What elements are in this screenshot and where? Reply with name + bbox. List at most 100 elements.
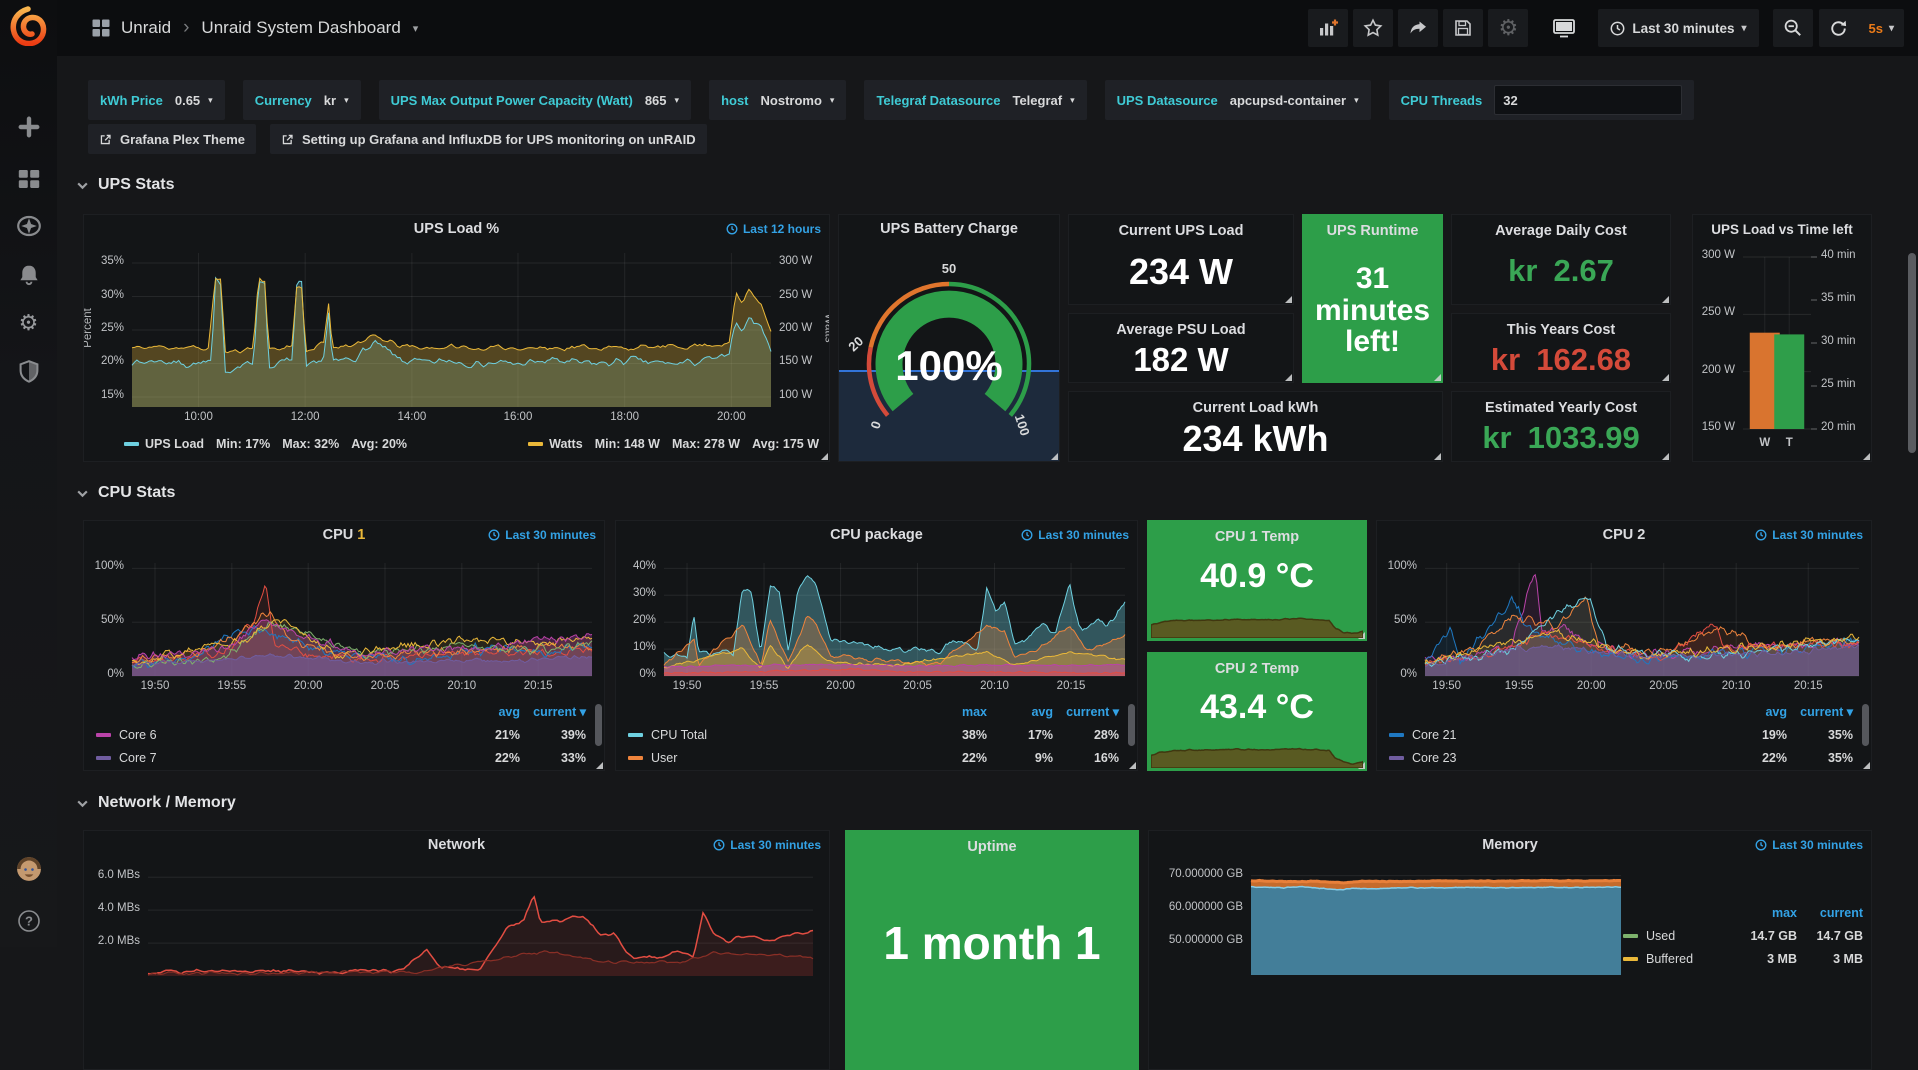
- legend-sort-avg[interactable]: avg: [987, 705, 1053, 719]
- battery-gauge[interactable]: 02050100100%: [839, 243, 1059, 461]
- resize-handle[interactable]: [821, 453, 828, 460]
- cpu-threads-input[interactable]: 32: [1494, 85, 1682, 115]
- grafana-logo-icon[interactable]: [8, 6, 48, 46]
- panel-cpu2-temp: CPU 2 Temp 43.4 °C: [1147, 652, 1367, 771]
- breadcrumb-caret-icon[interactable]: ▾: [413, 22, 419, 35]
- dashboards-icon[interactable]: [0, 158, 57, 200]
- configuration-gear-icon[interactable]: ⚙: [0, 302, 57, 344]
- legend-sort-max[interactable]: max: [921, 705, 987, 719]
- resize-handle[interactable]: [596, 762, 603, 769]
- ups-load-graph[interactable]: 15%20%25%30%35%100 W150 W200 W250 W300 W…: [84, 243, 829, 431]
- time-override[interactable]: Last 30 minutes: [1021, 528, 1129, 542]
- caret-down-icon: ▾: [675, 95, 680, 106]
- template-variables: kWh Price 0.65 ▾ Currency kr ▾ UPS Max O…: [88, 80, 1694, 120]
- panel-title[interactable]: CPU package: [830, 527, 923, 543]
- time-override[interactable]: Last 30 minutes: [1755, 528, 1863, 542]
- resize-handle[interactable]: [1129, 762, 1136, 769]
- alerting-bell-icon[interactable]: [0, 254, 57, 296]
- page-scrollbar[interactable]: [1908, 253, 1916, 453]
- legend-sort-avg[interactable]: avg: [1721, 705, 1787, 719]
- caret-down-icon: ▾: [1741, 23, 1746, 34]
- panel-title[interactable]: UPS Load vs Time left: [1711, 222, 1853, 237]
- legend-item[interactable]: Core 2322%35%: [1389, 746, 1853, 769]
- load-vs-time-bars[interactable]: 150 W200 W250 W300 W20 min25 min30 min35…: [1693, 243, 1871, 461]
- cpu1-graph[interactable]: 0%50%100%19:5019:5520:0020:0520:1020:15: [84, 549, 604, 700]
- clock-icon: [1755, 839, 1767, 851]
- legend-item[interactable]: CPU Total38%17%28%: [628, 723, 1119, 746]
- legend-item[interactable]: WattsMin: 148 WMax: 278 WAvg: 175 W: [528, 437, 819, 451]
- legend-scrollbar[interactable]: [1862, 704, 1869, 746]
- refresh-interval-dropdown[interactable]: 5s ▾: [1859, 9, 1905, 47]
- chart-svg: [84, 859, 829, 1069]
- resize-handle[interactable]: [1863, 453, 1870, 460]
- external-link-icon: [99, 133, 112, 146]
- legend-item[interactable]: Core 2119%35%: [1389, 723, 1853, 746]
- link-ups-monitoring-guide[interactable]: Setting up Grafana and InfluxDB for UPS …: [270, 124, 707, 154]
- time-override[interactable]: Last 30 minutes: [488, 528, 596, 542]
- legend-item[interactable]: Used14.7 GB14.7 GB: [1623, 924, 1863, 947]
- legend-item[interactable]: Core 621%39%: [96, 723, 586, 746]
- caret-down-icon: ▾: [1070, 95, 1075, 106]
- variable-kwh-price[interactable]: kWh Price 0.65 ▾: [88, 80, 225, 120]
- settings-button[interactable]: ⚙: [1488, 9, 1528, 47]
- cpu2-graph[interactable]: 0%50%100%19:5019:5520:0020:0520:1020:15: [1377, 549, 1871, 700]
- panel-title[interactable]: Memory: [1482, 837, 1538, 853]
- caret-down-icon: ▾: [1354, 95, 1359, 106]
- caret-down-icon: ▾: [830, 95, 835, 106]
- network-graph[interactable]: 2.0 MBs4.0 MBs6.0 MBs: [84, 859, 829, 1069]
- dashboard-squares-icon[interactable]: [91, 18, 111, 38]
- panel-title[interactable]: UPS Battery Charge: [880, 221, 1018, 237]
- legend-sort-current[interactable]: current ▾: [520, 704, 586, 719]
- panel-title[interactable]: CPU 2: [1603, 527, 1646, 543]
- legend-scrollbar[interactable]: [1128, 704, 1135, 746]
- help-icon[interactable]: ?: [0, 900, 57, 942]
- legend-sort-current[interactable]: current: [1797, 906, 1863, 920]
- legend-scrollbar[interactable]: [595, 704, 602, 746]
- legend-sort-max[interactable]: max: [1731, 906, 1797, 920]
- user-avatar[interactable]: [0, 848, 57, 890]
- explore-compass-icon[interactable]: [0, 205, 57, 247]
- time-range-picker[interactable]: Last 30 minutes ▾: [1598, 9, 1758, 47]
- section-ups-stats[interactable]: UPS Stats: [76, 176, 174, 194]
- variable-telegraf-datasource[interactable]: Telegraf Datasource Telegraf ▾: [864, 80, 1086, 120]
- variable-ups-datasource[interactable]: UPS Datasource apcupsd-container ▾: [1105, 80, 1371, 120]
- legend-item[interactable]: User22%9%16%: [628, 746, 1119, 769]
- cpu-package-graph[interactable]: 0%10%20%30%40%19:5019:5520:0020:0520:102…: [616, 549, 1137, 700]
- variable-ups-max-output[interactable]: UPS Max Output Power Capacity (Watt) 865…: [379, 80, 691, 120]
- panel-title[interactable]: Network: [428, 837, 485, 853]
- zoom-out-button[interactable]: [1773, 9, 1813, 47]
- share-button[interactable]: [1398, 9, 1438, 47]
- link-grafana-plex-theme[interactable]: Grafana Plex Theme: [88, 124, 256, 154]
- add-panel-button[interactable]: [1308, 9, 1348, 47]
- variable-host[interactable]: host Nostromo ▾: [709, 80, 846, 120]
- legend-item[interactable]: Core 722%33%: [96, 746, 586, 769]
- cycle-view-button[interactable]: [1544, 9, 1584, 47]
- sidebar: ⚙ ?: [0, 0, 57, 947]
- breadcrumb-page[interactable]: Unraid System Dashboard: [201, 18, 400, 38]
- panel-title[interactable]: CPU 1: [323, 527, 366, 543]
- section-network-memory[interactable]: Network / Memory: [76, 794, 236, 812]
- graph-legend: UPS LoadMin: 17%Max: 32%Avg: 20% WattsMin…: [84, 431, 829, 461]
- legend-item[interactable]: UPS LoadMin: 17%Max: 32%Avg: 20%: [124, 437, 407, 451]
- resize-handle[interactable]: [1863, 762, 1870, 769]
- time-override[interactable]: Last 30 minutes: [713, 838, 821, 852]
- section-cpu-stats[interactable]: CPU Stats: [76, 484, 175, 502]
- graph-legend: avgcurrent ▾ Core 2119%35%Core 2322%35%: [1377, 700, 1871, 770]
- time-override[interactable]: Last 30 minutes: [1755, 838, 1863, 852]
- breadcrumb-app[interactable]: Unraid: [121, 18, 171, 38]
- legend-sort-avg[interactable]: avg: [454, 705, 520, 719]
- variable-currency[interactable]: Currency kr ▾: [243, 80, 361, 120]
- grafana-dashboard: ⚙ ? Unraid › Unraid System Dashboard ▾: [0, 0, 1918, 947]
- legend-sort-current[interactable]: current ▾: [1053, 704, 1119, 719]
- legend-item[interactable]: Buffered3 MB3 MB: [1623, 947, 1863, 970]
- panel-title[interactable]: UPS Load %: [414, 221, 499, 237]
- server-admin-shield-icon[interactable]: [0, 350, 57, 392]
- legend-sort-current[interactable]: current ▾: [1787, 704, 1853, 719]
- refresh-button[interactable]: [1819, 9, 1859, 47]
- time-override[interactable]: Last 12 hours: [726, 222, 821, 236]
- star-button[interactable]: [1353, 9, 1393, 47]
- legend-swatch: [528, 442, 543, 446]
- create-plus-icon[interactable]: [0, 106, 57, 148]
- save-button[interactable]: [1443, 9, 1483, 47]
- graph-legend: maxavgcurrent ▾ CPU Total38%17%28%User22%…: [616, 700, 1137, 770]
